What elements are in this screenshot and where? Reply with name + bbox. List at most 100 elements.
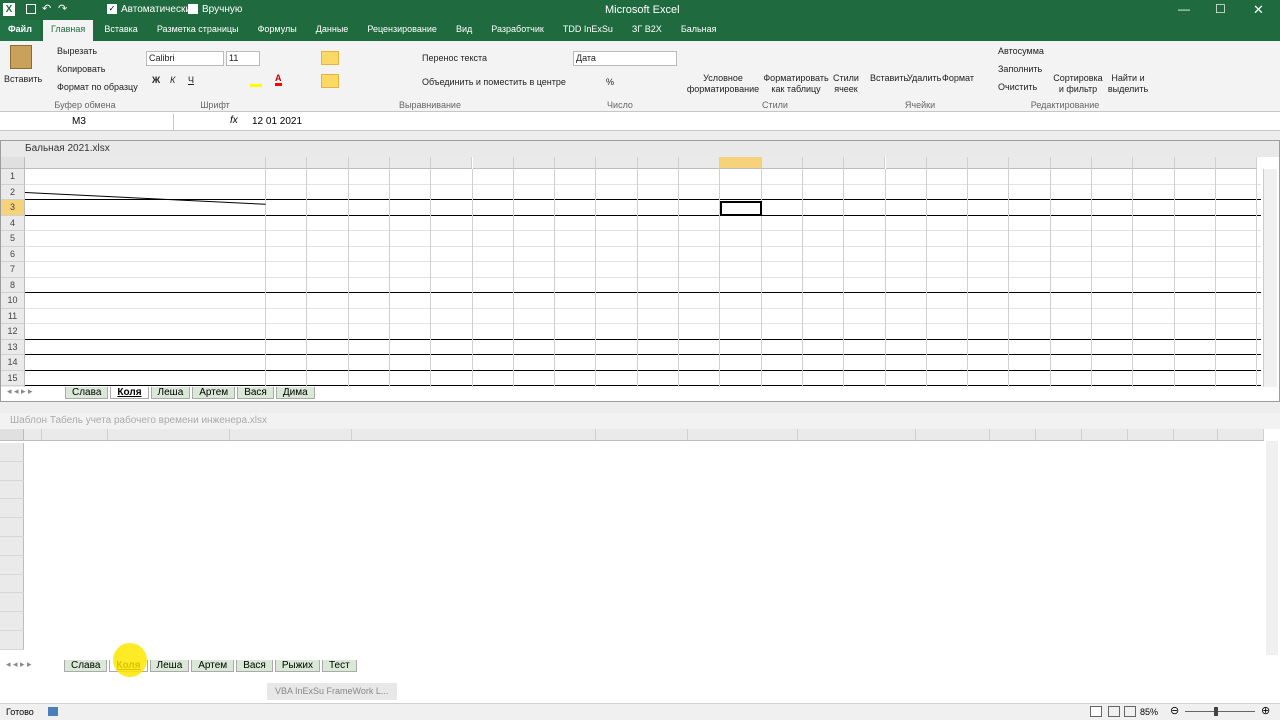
time-cell[interactable] (1133, 294, 1174, 309)
time-cell[interactable] (1092, 232, 1133, 247)
date-cell[interactable] (679, 372, 720, 387)
date-cell[interactable] (390, 372, 431, 387)
sheet-tab[interactable]: Леша (150, 387, 191, 399)
date-cell[interactable] (968, 372, 1009, 387)
font-size-select[interactable]: 11 (226, 51, 260, 66)
row-header[interactable] (0, 443, 24, 462)
weekday-cell[interactable] (803, 186, 844, 201)
time-cell[interactable] (1009, 232, 1050, 247)
date-cell[interactable] (266, 372, 307, 387)
zoom-out-icon[interactable]: ⊖ (1170, 704, 1179, 717)
sort-filter-button[interactable]: Сортировка и фильтр (1052, 73, 1104, 95)
row-header[interactable] (0, 631, 24, 650)
column-header[interactable] (42, 429, 108, 441)
date-cell[interactable] (555, 372, 596, 387)
column-header[interactable] (926, 157, 969, 169)
time-cell[interactable] (1133, 325, 1174, 340)
time-cell[interactable] (514, 294, 555, 309)
weekday-cell[interactable] (349, 356, 390, 371)
maximize-icon[interactable]: ☐ (1215, 2, 1226, 16)
weekday-cell[interactable] (638, 356, 679, 371)
format-table-button[interactable]: Форматировать как таблицу (762, 73, 830, 95)
vertical-scrollbar[interactable] (1266, 441, 1278, 655)
insert-cells-button[interactable]: Вставить (870, 73, 908, 83)
column-header[interactable] (555, 157, 597, 169)
sheet-tab[interactable]: Слава (64, 660, 108, 672)
time-cell[interactable] (968, 248, 1009, 263)
time-cell[interactable] (762, 248, 803, 263)
column-header[interactable] (1036, 429, 1082, 441)
weekday-cell[interactable] (1216, 186, 1257, 201)
date-cell[interactable] (886, 372, 927, 387)
fx-icon[interactable]: fx (230, 115, 238, 126)
row-header[interactable]: 10 (1, 293, 25, 309)
paste-button[interactable]: Вставить (4, 74, 42, 84)
time-cell[interactable] (679, 248, 720, 263)
date-cell[interactable] (1051, 372, 1092, 387)
weekday-cell[interactable] (927, 186, 968, 201)
time-cell[interactable] (679, 217, 720, 232)
row-header[interactable] (0, 593, 24, 613)
cell-styles-button[interactable]: Стили ячеек (830, 73, 862, 95)
date-cell[interactable] (1133, 372, 1174, 387)
time-cell[interactable] (720, 325, 761, 340)
weekday-cell[interactable] (266, 356, 307, 371)
date-cell[interactable] (638, 372, 679, 387)
weekday-cell[interactable] (473, 356, 514, 371)
time-cell[interactable] (1009, 294, 1050, 309)
time-cell[interactable] (844, 232, 885, 247)
find-select-button[interactable]: Найти и выделить (1106, 73, 1150, 95)
column-header[interactable] (885, 157, 927, 169)
time-cell[interactable] (1133, 248, 1174, 263)
time-cell[interactable] (514, 217, 555, 232)
column-header[interactable] (1133, 157, 1175, 169)
row-header[interactable]: 8 (1, 277, 25, 293)
date-cell[interactable] (1009, 372, 1050, 387)
weekday-cell[interactable] (844, 356, 885, 371)
undo-icon[interactable]: ↶ (42, 2, 51, 15)
zoom-in-icon[interactable]: ⊕ (1261, 704, 1270, 717)
column-header[interactable] (720, 157, 762, 169)
row-header[interactable]: 3 (1, 200, 25, 216)
merge-center-button[interactable]: Объединить и поместить в центре (422, 77, 566, 87)
macro-record-icon[interactable] (48, 707, 58, 716)
date-cell[interactable] (803, 372, 844, 387)
time-cell[interactable] (968, 325, 1009, 340)
date-cell[interactable] (596, 372, 637, 387)
date-cell[interactable] (1216, 201, 1257, 216)
time-cell[interactable] (514, 310, 555, 325)
column-header[interactable] (1050, 157, 1092, 169)
time-cell[interactable] (803, 248, 844, 263)
weekday-cell[interactable] (968, 186, 1009, 201)
row-header[interactable] (0, 574, 24, 594)
date-cell[interactable] (844, 201, 885, 216)
tab-insert[interactable]: Вставка (96, 20, 145, 41)
column-header[interactable] (990, 429, 1036, 441)
page-layout-icon[interactable] (1108, 706, 1120, 717)
tab-formulas[interactable]: Формулы (250, 20, 305, 41)
conditional-format-button[interactable]: Условное форматирование (684, 73, 762, 95)
row-header[interactable]: 15 (1, 370, 25, 386)
redo-icon[interactable]: ↷ (58, 2, 67, 15)
minimize-icon[interactable]: — (1178, 2, 1190, 16)
column-header[interactable] (916, 429, 990, 441)
date-cell[interactable] (514, 201, 555, 216)
weekday-cell[interactable] (1175, 356, 1216, 371)
weekday-cell[interactable] (968, 356, 1009, 371)
date-cell[interactable] (762, 201, 803, 216)
total-net[interactable] (25, 325, 266, 340)
row-header[interactable] (0, 499, 24, 519)
time-cell[interactable] (1051, 248, 1092, 263)
taskbar-item[interactable]: VBA InExSu FrameWork L... (267, 683, 397, 700)
column-header[interactable] (472, 157, 514, 169)
weekday-cell[interactable] (679, 186, 720, 201)
time-cell[interactable] (762, 232, 803, 247)
time-cell[interactable] (1092, 248, 1133, 263)
column-header[interactable] (596, 157, 638, 169)
time-cell[interactable] (720, 217, 761, 232)
time-cell[interactable] (1051, 232, 1092, 247)
weekday-cell[interactable] (1216, 356, 1257, 371)
fill-button[interactable]: Заполнить (998, 64, 1042, 74)
weekday-cell[interactable] (844, 186, 885, 201)
formula-input[interactable]: 12 01 2021 (252, 116, 302, 127)
